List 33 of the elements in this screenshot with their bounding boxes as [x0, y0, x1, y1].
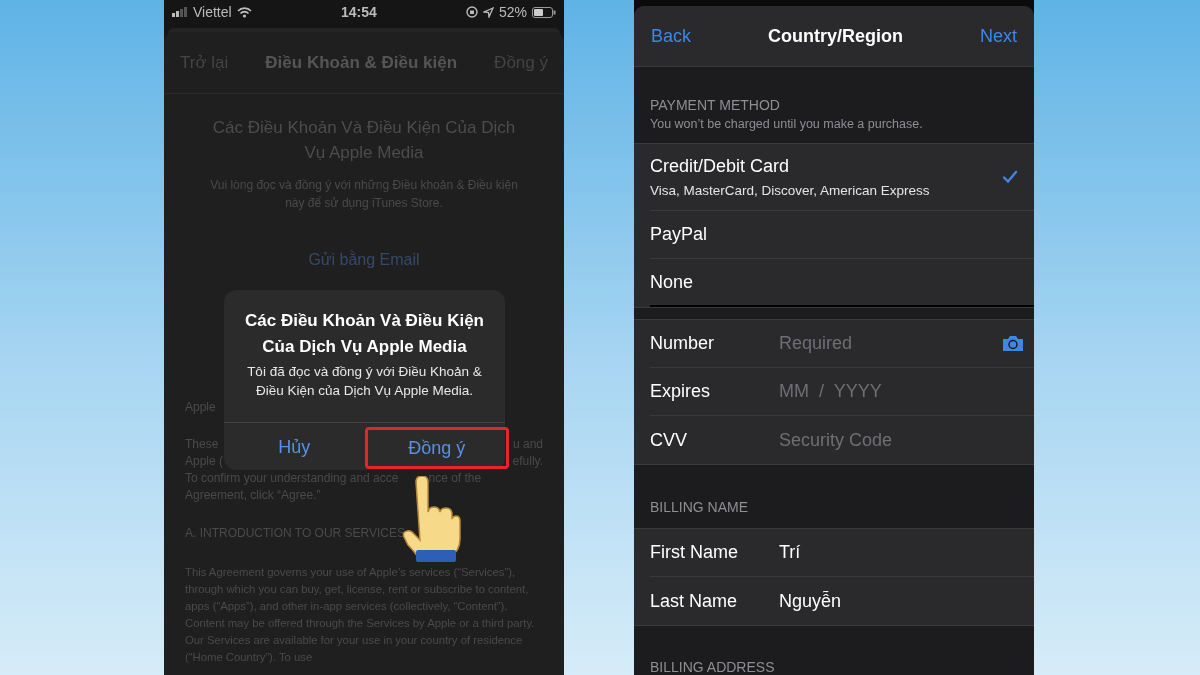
camera-icon[interactable] — [1002, 335, 1024, 352]
field-label: Number — [650, 333, 716, 354]
input-field[interactable]: Trí — [779, 537, 1024, 568]
battery-percent: 52% — [498, 4, 527, 20]
section-header: PAYMENT METHOD — [650, 97, 781, 113]
input-field[interactable]: Nguyễn — [779, 586, 1024, 616]
input-field[interactable]: Security Code — [779, 425, 1024, 455]
field-label: First Name — [650, 542, 739, 563]
battery-icon — [532, 6, 556, 18]
input-field[interactable]: Required — [779, 328, 1002, 359]
alert-message: Tôi đã đọc và đồng ý với Điều Khoản & Điều Kiện của Dịch Vụ Apple Media. — [246, 363, 483, 400]
input-field[interactable]: MM / YYYY — [779, 376, 1024, 407]
back-button[interactable]: Back — [651, 25, 692, 47]
highlighted-alert-button[interactable]: Đồng ý — [364, 427, 509, 469]
section-header: BILLING NAME — [650, 499, 750, 515]
payment-option[interactable]: Credit/Debit Card Visa, MasterCard, Discover, American Express — [650, 144, 1034, 211]
field-label: Last Name — [650, 590, 739, 612]
payment-option[interactable]: PayPal — [650, 211, 1034, 259]
alert-title: Các Điều Khoản Và Điều Kiện Của Dịch Vụ Apple Media — [244, 310, 485, 358]
section-header: BILLING ADDRESS — [650, 659, 776, 675]
location-arrow-icon — [482, 6, 494, 18]
section-note: You won’t be charged until you make a purchase. — [650, 117, 924, 131]
wifi-icon — [236, 6, 252, 18]
clock-time: 14:54 — [340, 4, 377, 20]
next-button[interactable]: Next — [979, 25, 1017, 47]
payment-option[interactable]: None — [650, 259, 1034, 307]
screen-title: Country/Region — [768, 25, 903, 47]
carrier-name: Viettel — [193, 4, 232, 20]
field-label: CVV — [650, 429, 688, 451]
alert-button[interactable]: Hủy — [224, 423, 365, 471]
signal-icon — [172, 7, 188, 17]
rotation-lock-icon — [465, 6, 478, 18]
field-label: Expires — [650, 381, 712, 402]
